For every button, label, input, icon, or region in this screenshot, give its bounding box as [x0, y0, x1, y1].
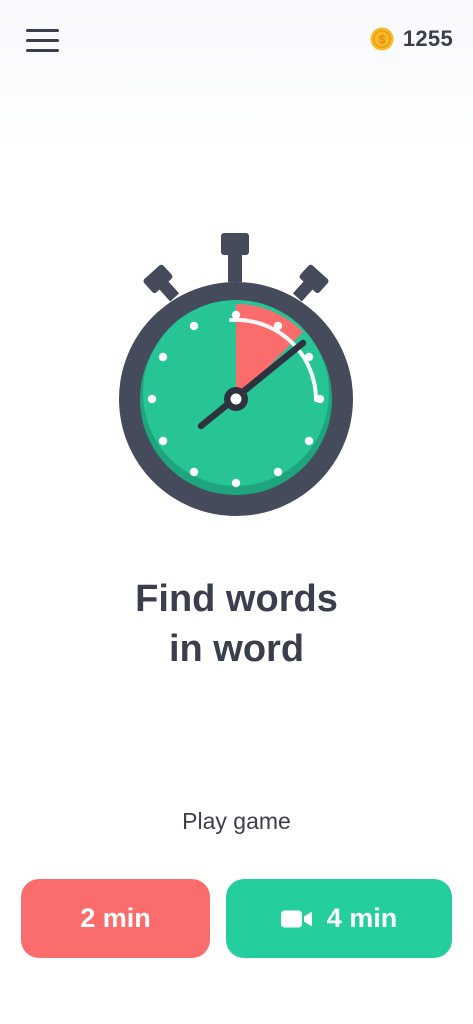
title-line-1: Find words	[135, 578, 338, 620]
stopwatch-icon	[119, 233, 353, 516]
play-4-min-label: 4 min	[326, 903, 398, 933]
play-2-min-button[interactable]: 2 min	[21, 879, 210, 958]
play-4-min-button[interactable]: 4 min	[226, 879, 452, 958]
page-title: Find words in word	[0, 574, 473, 674]
title-line-2: in word	[168, 628, 305, 670]
coin-balance: $ 1255	[370, 24, 453, 54]
game-start-screen: $ 1255 Find words in word Play game 2 mi…	[0, 0, 473, 1024]
coin-count: 1255	[402, 26, 453, 51]
play-2-min-label: 2 min	[80, 903, 151, 933]
svg-text:$: $	[379, 32, 386, 46]
top-bar: $ 1255	[0, 0, 473, 150]
dollar-coin-icon: $	[370, 27, 394, 51]
hamburger-menu-icon[interactable]	[24, 26, 62, 56]
video-camera-icon	[280, 910, 312, 927]
play-game-label: Play game	[182, 808, 291, 834]
